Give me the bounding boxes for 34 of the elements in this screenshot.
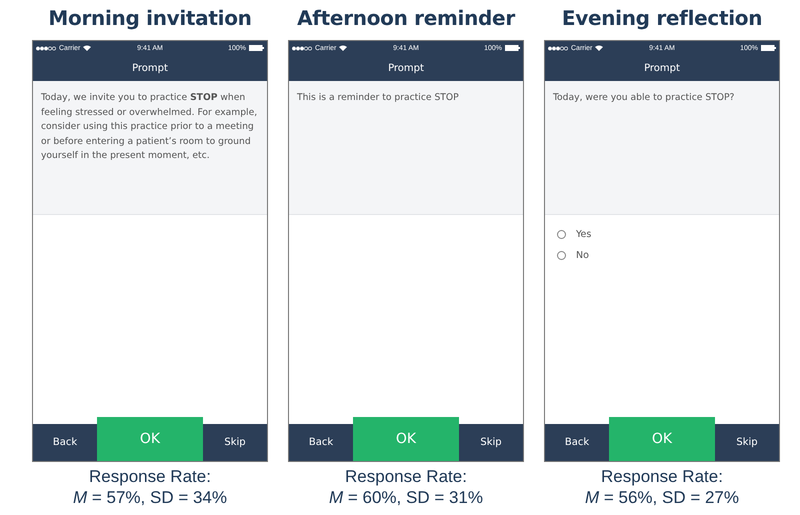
nav-title: Prompt — [644, 62, 680, 74]
radio-button[interactable] — [557, 230, 566, 239]
nav-title: Prompt — [388, 62, 424, 74]
radio-button[interactable] — [557, 251, 566, 260]
signal-icon — [548, 46, 568, 50]
radio-option[interactable]: No — [557, 250, 767, 261]
back-button[interactable]: Back — [289, 424, 353, 461]
caption-text: Response Rate: — [88, 466, 212, 487]
panel-heading: Afternoon reminder — [297, 6, 515, 32]
skip-button[interactable]: Skip — [203, 424, 267, 461]
caption-text: Response Rate: — [600, 466, 724, 487]
caption-text: M = 56%, SD = 27% — [584, 487, 740, 508]
prompt-text: This is a reminder to practice STOP — [297, 91, 460, 105]
prompt-text: Today, were you able to practice STOP? — [553, 91, 736, 105]
wifi-icon — [595, 45, 604, 51]
battery-icon — [761, 45, 776, 51]
battery-icon — [505, 45, 520, 51]
signal-icon — [36, 46, 56, 50]
panel-heading: Morning invitation — [48, 6, 252, 32]
caption-text: Response Rate: — [344, 466, 468, 487]
panel-heading: Evening reflection — [562, 6, 762, 32]
wifi-icon — [339, 45, 348, 51]
back-button[interactable]: Back — [33, 424, 97, 461]
battery-icon — [249, 45, 264, 51]
skip-button[interactable]: Skip — [459, 424, 523, 461]
radio-option[interactable]: Yes — [557, 229, 767, 240]
back-button[interactable]: Back — [545, 424, 609, 461]
caption-text: M = 60%, SD = 31% — [328, 487, 484, 508]
signal-icon — [292, 46, 312, 50]
prompt-text: Today, we invite you to practice STOP when feeling stressed or overwhelmed. For example, consider using this practice prior to a meeting or before entering a patient’s room to ground yourself in the present moment, etc. — [41, 91, 258, 163]
skip-button[interactable]: Skip — [715, 424, 779, 461]
nav-title: Prompt — [132, 62, 168, 74]
wifi-icon — [83, 45, 92, 51]
caption-text: M = 57%, SD = 34% — [72, 487, 228, 508]
